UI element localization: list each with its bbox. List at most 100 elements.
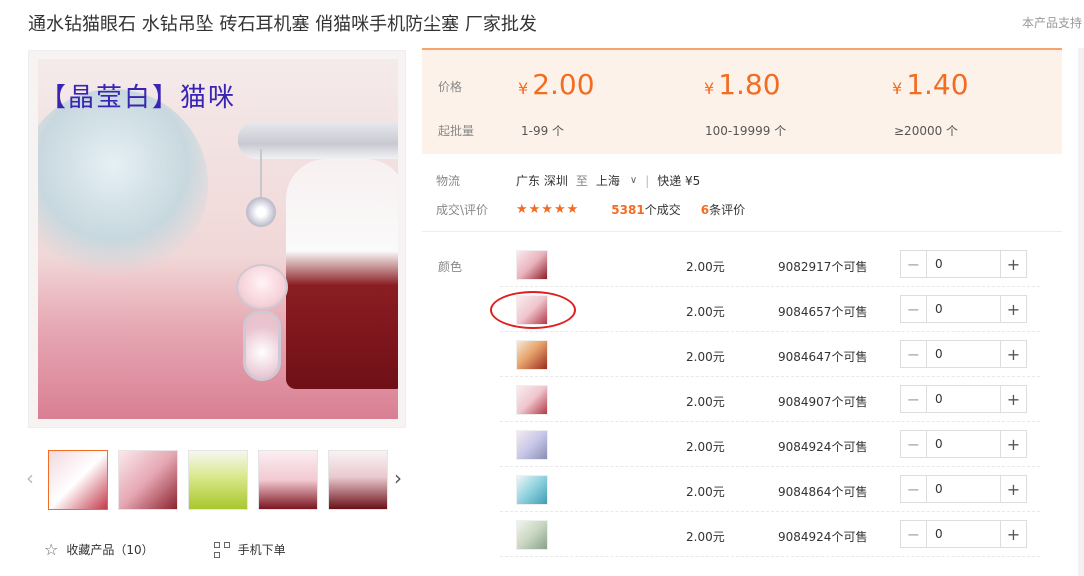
price-value: 1.40 <box>906 68 969 101</box>
price-panel: 价格 起批量 ¥2.00 1-99 个 ¥1.80 100-19999 个 ¥1… <box>422 48 1062 154</box>
quantity-stepper: − 0 + <box>900 295 1027 323</box>
mobile-order-button[interactable]: 手机下单 <box>213 540 286 559</box>
reviews-label: 成交\评价 <box>436 203 489 217</box>
decrease-button[interactable]: − <box>901 251 927 277</box>
review-suffix: 条评价 <box>709 203 746 217</box>
thumbnail-strip <box>48 450 388 510</box>
cup-shape <box>286 159 398 389</box>
variant-thumbnail[interactable] <box>516 520 548 550</box>
quantity-stepper: − 0 + <box>900 385 1027 413</box>
reviews-row: 成交\评价 ★★★★★ 5381 个成交 6 条评价 <box>436 201 745 218</box>
variant-price: 2.00元 <box>686 485 725 499</box>
variant-price: 2.00元 <box>686 440 725 454</box>
price-tier-1: ¥2.00 <box>518 68 595 101</box>
variant-stock: 9084647个可售 <box>778 350 868 364</box>
review-count[interactable]: 6 <box>701 203 709 217</box>
variant-stock: 9084657个可售 <box>778 305 868 319</box>
thumb-next-arrow-icon[interactable]: › <box>394 466 402 490</box>
variant-thumbnail[interactable] <box>516 385 548 415</box>
image-overlay-text: 【晶莹白】猫咪 <box>40 83 237 113</box>
color-label: 颜色 <box>438 260 463 274</box>
variant-price: 2.00元 <box>686 260 725 274</box>
variant-row: 2.00元 9084924个可售 − 0 + <box>500 512 1040 557</box>
favorite-label: 收藏产品（10） <box>66 543 154 557</box>
red-circle-annotation <box>490 291 576 329</box>
variant-stock: 9084864个可售 <box>778 485 868 499</box>
variant-row: 2.00元 9084924个可售 − 0 + <box>500 422 1040 467</box>
cat-body-charm <box>243 311 281 381</box>
variant-row: 2.00元 9084907个可售 − 0 + <box>500 377 1040 422</box>
quantity-input[interactable]: 0 <box>927 341 1000 367</box>
decrease-button[interactable]: − <box>901 296 927 322</box>
product-actions: ☆ 收藏产品（10） 手机下单 <box>44 540 286 559</box>
variant-price: 2.00元 <box>686 305 725 319</box>
quantity-input[interactable]: 0 <box>927 476 1000 502</box>
increase-button[interactable]: + <box>1000 296 1026 322</box>
favorite-button[interactable]: ☆ 收藏产品（10） <box>44 540 154 559</box>
chevron-down-icon[interactable]: ∨ <box>630 175 637 186</box>
thumb-prev-arrow-icon[interactable]: ‹ <box>26 466 34 490</box>
variant-row: 2.00元 9084657个可售 − 0 + <box>500 287 1040 332</box>
variant-row: 2.00元 9084647个可售 − 0 + <box>500 332 1040 377</box>
increase-button[interactable]: + <box>1000 386 1026 412</box>
increase-button[interactable]: + <box>1000 431 1026 457</box>
price-tier-2: ¥1.80 <box>704 68 781 101</box>
thumbnail[interactable] <box>118 450 178 510</box>
variant-stock: 9084907个可售 <box>778 395 868 409</box>
decrease-button[interactable]: − <box>901 476 927 502</box>
variant-row: 2.00元 9082917个可售 − 0 + <box>500 242 1040 287</box>
variant-price: 2.00元 <box>686 350 725 364</box>
quantity-input[interactable]: 0 <box>927 521 1000 547</box>
variant-thumbnail[interactable] <box>516 475 548 505</box>
thumbnail[interactable] <box>328 450 388 510</box>
currency-symbol: ¥ <box>704 79 715 98</box>
logistics-label: 物流 <box>436 174 461 188</box>
decrease-button[interactable]: − <box>901 521 927 547</box>
qty-range-1: 1-99 个 <box>521 124 565 138</box>
section-divider <box>422 231 1062 232</box>
decrease-button[interactable]: − <box>901 341 927 367</box>
variant-price: 2.00元 <box>686 530 725 544</box>
qty-range-2: 100-19999 个 <box>705 124 787 138</box>
star-outline-icon: ☆ <box>44 540 59 559</box>
increase-button[interactable]: + <box>1000 476 1026 502</box>
increase-button[interactable]: + <box>1000 521 1026 547</box>
variant-thumbnail[interactable] <box>516 430 548 460</box>
thumbnail[interactable] <box>188 450 248 510</box>
variant-stock: 9084924个可售 <box>778 530 868 544</box>
page-scrollbar[interactable] <box>1078 48 1084 576</box>
variant-price: 2.00元 <box>686 395 725 409</box>
decrease-button[interactable]: − <box>901 431 927 457</box>
variant-list: 2.00元 9082917个可售 − 0 + 2.00元 9084657个可售 … <box>500 242 1040 557</box>
rating-stars: ★★★★★ <box>516 202 580 217</box>
support-text: 本产品支持 <box>1021 16 1082 30</box>
quantity-input[interactable]: 0 <box>927 386 1000 412</box>
mobile-order-label: 手机下单 <box>237 543 286 557</box>
quantity-input[interactable]: 0 <box>927 251 1000 277</box>
qty-range-3: ≥20000 个 <box>894 124 959 138</box>
thumbnail[interactable] <box>258 450 318 510</box>
variant-row: 2.00元 9084864个可售 − 0 + <box>500 467 1040 512</box>
variant-thumbnail[interactable] <box>516 340 548 370</box>
variant-thumbnail[interactable] <box>516 250 548 280</box>
thumbnail[interactable] <box>48 450 108 510</box>
quantity-input[interactable]: 0 <box>927 296 1000 322</box>
deals-count[interactable]: 5381 <box>611 203 644 217</box>
increase-button[interactable]: + <box>1000 341 1026 367</box>
quantity-input[interactable]: 0 <box>927 431 1000 457</box>
flower-charm <box>246 197 276 227</box>
price-value: 2.00 <box>532 68 595 101</box>
price-value: 1.80 <box>718 68 781 101</box>
divider: | <box>645 173 650 188</box>
background-blur <box>38 89 208 279</box>
main-image-frame: 【晶莹白】猫咪 <box>28 50 406 428</box>
price-tier-3: ¥1.40 <box>892 68 969 101</box>
destination-select[interactable]: 上海 <box>596 172 620 189</box>
main-product-image[interactable]: 【晶莹白】猫咪 <box>38 59 398 419</box>
increase-button[interactable]: + <box>1000 251 1026 277</box>
quantity-stepper: − 0 + <box>900 520 1027 548</box>
currency-symbol: ¥ <box>518 79 529 98</box>
to-text: 至 <box>575 174 588 188</box>
decrease-button[interactable]: − <box>901 386 927 412</box>
quantity-stepper: − 0 + <box>900 340 1027 368</box>
